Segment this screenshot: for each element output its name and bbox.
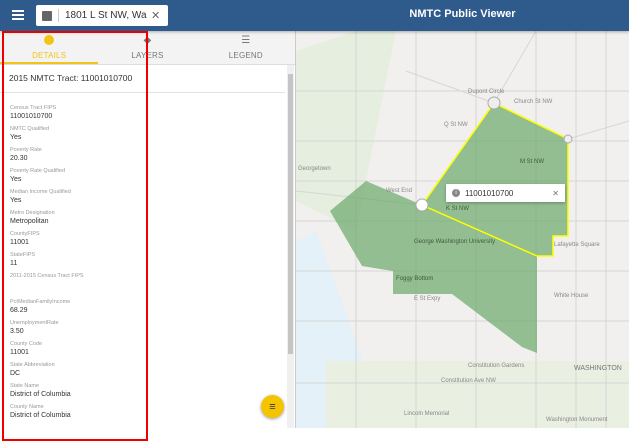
detail-field: Poverty Rate Qualified Yes <box>10 168 285 183</box>
field-label: County Code <box>10 341 43 347</box>
field-label: CountyFIPS <box>10 231 40 237</box>
map-view[interactable]: Dupont Circle West End Georgetown Foggy … <box>296 31 629 428</box>
details-fields: Census Tract FIPS 11001010700 NMTC Qualifi… <box>0 93 295 425</box>
detail-field: Metro Designation Metropolitan <box>10 210 285 225</box>
field-value: Yes <box>10 134 22 141</box>
field-label: State Abbreviation <box>10 362 55 368</box>
field-value: Metropolitan <box>10 218 49 225</box>
map-label: WASHINGTON <box>574 365 622 372</box>
map-label: West End <box>386 188 412 194</box>
popup-text: 11001010700 <box>465 188 514 198</box>
field-label: PctMedianFamilyIncome <box>10 299 71 305</box>
field-value: 3.50 <box>10 328 24 335</box>
side-panel: DETAILS ◆ LAYERS ☰ LEGEND 2015 NMTC Tract:… <box>0 31 296 428</box>
map-label: Foggy Bottom <box>396 276 434 282</box>
field-value: 68.29 <box>10 307 28 314</box>
map-popup: i 11001010700 ✕ <box>446 184 565 202</box>
menu-icon[interactable] <box>12 10 24 20</box>
detail-field: PctMedianFamilyIncome 68.29 <box>10 299 285 314</box>
map-label: Q St NW <box>444 122 468 128</box>
detail-field: StateFIPS 11 <box>10 252 285 267</box>
app-title: NMTC Public Viewer <box>409 8 516 20</box>
field-value: 11001010700 <box>10 113 53 120</box>
field-label: Census Tract FIPS <box>10 105 57 111</box>
clear-search-icon[interactable]: ✕ <box>151 9 160 22</box>
detail-field: State Name District of Columbia <box>10 383 285 398</box>
field-label: NMTC Qualified <box>10 126 50 132</box>
field-value: 20.30 <box>10 155 28 162</box>
map-label: Constitution Gardens <box>468 363 525 369</box>
map-label: Lincoln Memorial <box>404 411 450 417</box>
detail-field: CountyFIPS 11001 <box>10 231 285 246</box>
detail-field: 2011-2015 Census Tract FIPS <box>10 273 285 293</box>
detail-field: UnemploymentRate 3.50 <box>10 320 285 335</box>
detail-field: NMTC Qualified Yes <box>10 126 285 141</box>
map-label: Washington Monument <box>546 417 608 423</box>
map-label: White House <box>554 293 589 299</box>
detail-field: County Code 11001 <box>10 341 285 356</box>
field-label: Poverty Rate <box>10 147 42 153</box>
field-value: 11001 <box>10 349 29 356</box>
map-label: Dupont Circle <box>468 89 505 95</box>
tab-legend[interactable]: ☰ LEGEND <box>197 31 295 64</box>
field-value <box>10 281 285 293</box>
detail-field: Poverty Rate 20.30 <box>10 147 285 162</box>
field-label: Poverty Rate Qualified <box>10 168 66 174</box>
map-label: Constitution Ave NW <box>441 378 496 384</box>
field-label: County Name <box>10 404 44 410</box>
tab-label: LEGEND <box>228 51 263 60</box>
layers-icon: ◆ <box>143 35 152 46</box>
map-label: George Washington University <box>414 239 496 245</box>
close-popup-icon[interactable]: ✕ <box>552 189 559 198</box>
tract-title: 2015 NMTC Tract: 11001010700 <box>0 65 285 93</box>
map-label: Lafayette Square <box>554 242 600 248</box>
detail-field: County Name District of Columbia <box>10 404 285 419</box>
field-value: Yes <box>10 176 22 183</box>
field-value: District of Columbia <box>10 412 71 419</box>
tab-details[interactable]: DETAILS <box>0 31 99 64</box>
field-label: Median Income Qualified <box>10 189 71 195</box>
search-box: ✕ <box>36 5 168 26</box>
tab-label: DETAILS <box>32 51 67 60</box>
detail-field: Census Tract FIPS 11001010700 <box>10 105 285 120</box>
map-label: K St NW <box>446 206 470 212</box>
field-label: Metro Designation <box>10 210 55 216</box>
info-icon: i <box>452 189 460 197</box>
field-label: StateFIPS <box>10 252 36 258</box>
detail-field: State Abbreviation DC <box>10 362 285 377</box>
field-label: State Name <box>10 383 40 389</box>
app-header: ✕ NMTC Public Viewer <box>0 0 629 31</box>
field-value: Yes <box>10 197 22 204</box>
field-value: 11001 <box>10 239 29 246</box>
menu-fab-button[interactable]: ≡ <box>261 395 284 418</box>
field-label: 2011-2015 Census Tract FIPS <box>10 273 84 279</box>
field-label: UnemploymentRate <box>10 320 59 326</box>
search-input[interactable] <box>65 10 147 21</box>
field-value: 11 <box>10 260 18 267</box>
map-label: E St Expy <box>414 296 441 302</box>
tab-layers[interactable]: ◆ LAYERS <box>98 31 196 64</box>
scrollbar[interactable] <box>287 65 294 428</box>
field-value: DC <box>10 370 21 377</box>
info-icon <box>44 35 55 45</box>
map-label: Church St NW <box>514 99 553 105</box>
location-icon <box>42 10 52 21</box>
field-value: District of Columbia <box>10 391 71 398</box>
list-icon: ☰ <box>241 35 251 46</box>
map-label: Georgetown <box>298 166 331 172</box>
detail-field: Median Income Qualified Yes <box>10 189 285 204</box>
map-label: M St NW <box>520 159 544 165</box>
tab-label: LAYERS <box>131 51 164 60</box>
